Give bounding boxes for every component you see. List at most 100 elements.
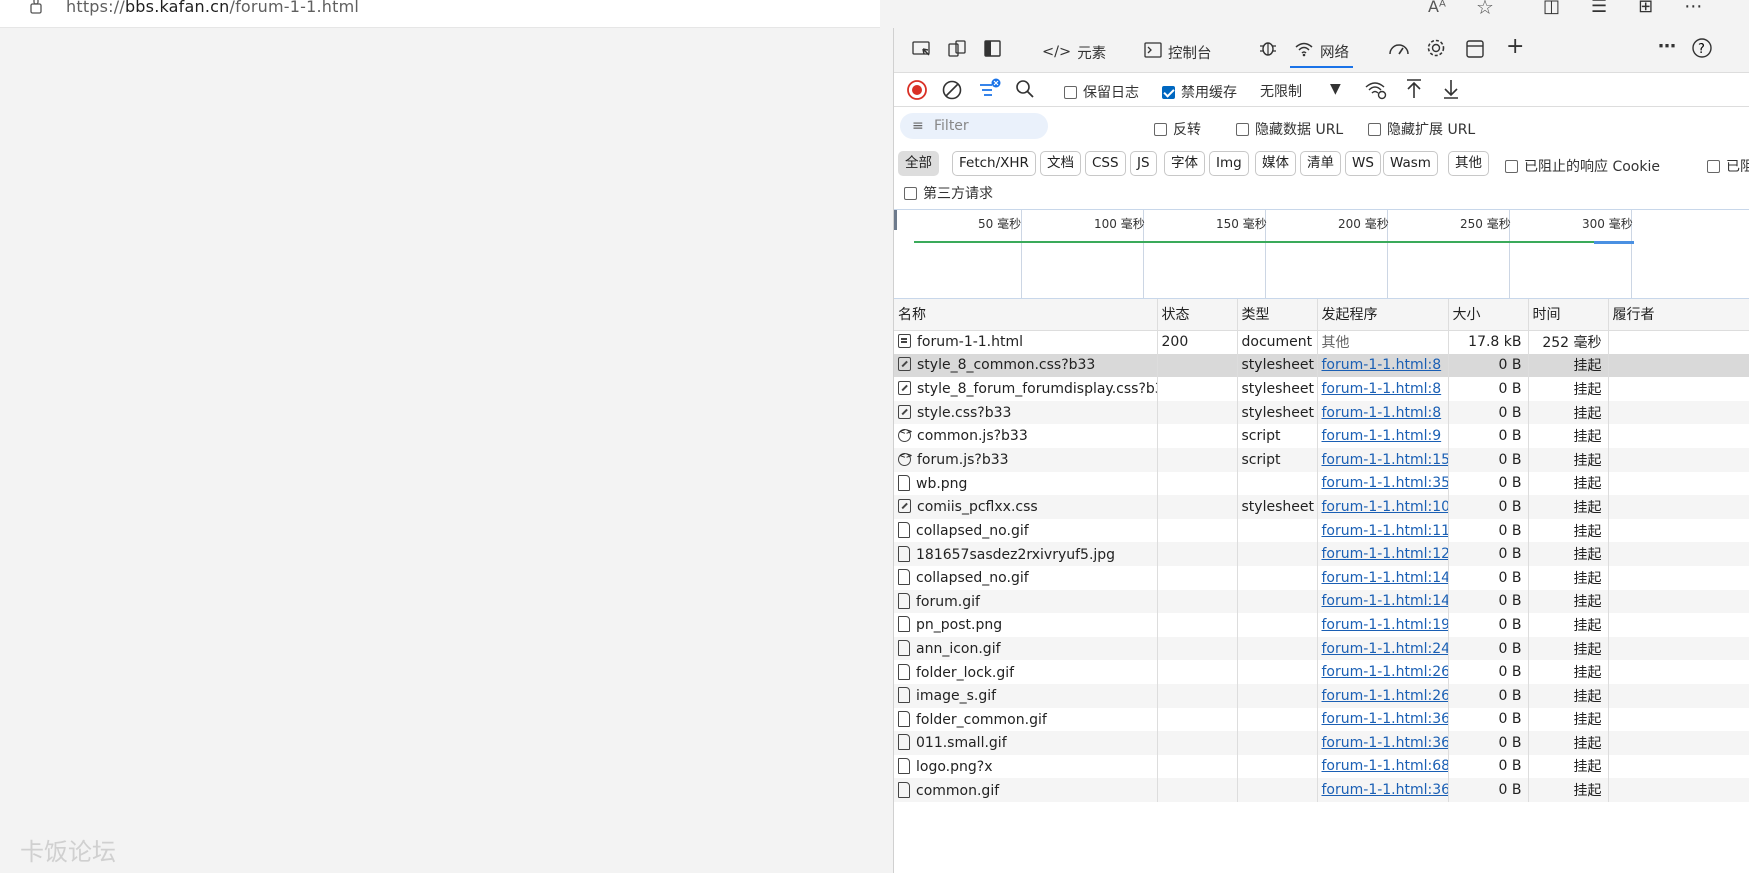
col-status[interactable]: 状态 bbox=[1157, 299, 1238, 331]
type-ws[interactable]: WS bbox=[1345, 151, 1381, 176]
initiator-link[interactable]: forum-1-1.html:15 bbox=[1322, 452, 1448, 468]
initiator-link[interactable]: forum-1-1.html:266 bbox=[1322, 688, 1448, 704]
initiator-link[interactable]: forum-1-1.html:149 bbox=[1322, 593, 1448, 609]
table-row[interactable]: style.css?b33 stylesheet forum-1-1.html:8 0… bbox=[894, 400, 1749, 425]
type-js[interactable]: JS bbox=[1130, 151, 1157, 176]
tab-console[interactable]: 控制台 bbox=[1144, 36, 1212, 68]
request-initiator[interactable]: forum-1-1.html:367 bbox=[1317, 778, 1449, 802]
table-row[interactable]: folder_common.gif forum-1-1.html:361 0 B 挂起 bbox=[894, 707, 1749, 732]
request-name[interactable]: common.gif bbox=[894, 778, 1158, 802]
export-har-icon[interactable] bbox=[1441, 78, 1461, 104]
table-row[interactable]: style_8_forum_forumdisplay.css?b33 styles… bbox=[894, 377, 1749, 401]
type-wasm[interactable]: Wasm bbox=[1383, 151, 1438, 176]
col-name[interactable]: 名称 bbox=[894, 299, 1158, 331]
inspect-element-icon[interactable] bbox=[912, 40, 932, 62]
request-name[interactable]: forum-1-1.html bbox=[894, 330, 1158, 354]
table-row[interactable]: style_8_common.css?b33 stylesheet forum-1-… bbox=[894, 353, 1749, 378]
initiator-link[interactable]: forum-1-1.html:9 bbox=[1322, 428, 1442, 444]
more-tools-icon[interactable]: ⋯ bbox=[1658, 36, 1676, 57]
settings-gear-icon[interactable] bbox=[1426, 38, 1446, 62]
table-row[interactable]: ann_icon.gif forum-1-1.html:246 0 B 挂起 bbox=[894, 636, 1749, 661]
initiator-link[interactable]: forum-1-1.html:68 bbox=[1322, 758, 1448, 774]
third-party-box[interactable] bbox=[904, 186, 917, 200]
request-name[interactable]: style.css?b33 bbox=[894, 400, 1158, 425]
request-name[interactable]: collapsed_no.gif bbox=[894, 565, 1158, 590]
initiator-link[interactable]: forum-1-1.html:128 bbox=[1322, 546, 1448, 562]
request-name[interactable]: image_s.gif bbox=[894, 683, 1158, 708]
request-name[interactable]: folder_lock.gif bbox=[894, 660, 1158, 684]
request-name[interactable]: logo.png?x bbox=[894, 754, 1158, 779]
blocked-cookies-box[interactable] bbox=[1505, 159, 1518, 173]
invert-checkbox[interactable]: 反转 bbox=[1154, 119, 1201, 139]
request-name[interactable]: forum.js?b33 bbox=[894, 447, 1158, 472]
col-type[interactable]: 类型 bbox=[1237, 299, 1318, 331]
filter-toggle-icon[interactable] bbox=[978, 78, 1002, 104]
overview-handle[interactable] bbox=[894, 210, 897, 230]
table-row[interactable]: logo.png?x forum-1-1.html:68 0 B 挂起 bbox=[894, 754, 1749, 779]
request-initiator[interactable]: forum-1-1.html:260 bbox=[1317, 660, 1449, 684]
type-media[interactable]: 媒体 bbox=[1255, 151, 1296, 176]
table-row[interactable]: forum.gif forum-1-1.html:149 0 B 挂起 bbox=[894, 589, 1749, 614]
initiator-link[interactable]: forum-1-1.html:101 bbox=[1322, 499, 1448, 515]
favorite-star-icon[interactable]: ☆ bbox=[1476, 0, 1494, 19]
request-initiator[interactable]: forum-1-1.html:361 bbox=[1317, 707, 1449, 732]
request-initiator[interactable]: forum-1-1.html:8 bbox=[1317, 353, 1449, 378]
split-screen-icon[interactable]: ◫ bbox=[1543, 0, 1560, 20]
hide-ext-urls-checkbox[interactable]: 隐藏扩展 URL bbox=[1368, 119, 1475, 139]
record-stop-icon[interactable] bbox=[906, 79, 928, 105]
search-icon[interactable] bbox=[1015, 79, 1035, 103]
timeline-overview[interactable]: 50 毫秒 100 毫秒 150 毫秒 200 毫秒 250 毫秒 300 毫秒 bbox=[894, 209, 1749, 299]
type-doc[interactable]: 文档 bbox=[1040, 151, 1081, 176]
application-icon[interactable] bbox=[1466, 40, 1484, 62]
table-row[interactable]: image_s.gif forum-1-1.html:266 0 B 挂起 bbox=[894, 683, 1749, 708]
url-text[interactable]: https://bbs.kafan.cn/forum-1-1.html bbox=[66, 0, 359, 16]
disable-cache-checkbox[interactable]: 禁用缓存 bbox=[1162, 82, 1237, 102]
hide-data-urls-box[interactable] bbox=[1236, 122, 1249, 136]
device-emulation-icon[interactable] bbox=[947, 40, 967, 62]
dock-sidebar-icon[interactable] bbox=[984, 40, 1002, 62]
request-initiator[interactable]: forum-1-1.html:141 bbox=[1317, 565, 1449, 590]
more-options-icon[interactable]: ⋯ bbox=[1684, 0, 1702, 20]
request-name[interactable]: folder_common.gif bbox=[894, 707, 1158, 732]
initiator-link[interactable]: forum-1-1.html:260 bbox=[1322, 664, 1448, 680]
table-row[interactable]: 011.small.gif forum-1-1.html:366 0 B 挂起 bbox=[894, 731, 1749, 755]
blocked-requests-checkbox[interactable]: 已阻... bbox=[1707, 156, 1749, 176]
preserve-log-checkbox[interactable]: 保留日志 bbox=[1064, 82, 1139, 102]
help-icon[interactable]: ? bbox=[1691, 37, 1713, 63]
clear-icon[interactable] bbox=[941, 79, 963, 105]
request-name[interactable]: forum.gif bbox=[894, 589, 1158, 614]
import-har-icon[interactable] bbox=[1404, 78, 1424, 104]
type-fetch-xhr[interactable]: Fetch/XHR bbox=[952, 151, 1036, 176]
request-name[interactable]: 011.small.gif bbox=[894, 731, 1158, 755]
col-initiator[interactable]: 发起程序 bbox=[1317, 299, 1449, 331]
request-name[interactable]: style_8_forum_forumdisplay.css?b33 bbox=[894, 377, 1158, 401]
request-name[interactable]: wb.png bbox=[894, 471, 1158, 496]
col-time[interactable]: 时间 bbox=[1528, 299, 1609, 331]
performance-icon[interactable] bbox=[1388, 40, 1410, 62]
table-row[interactable]: comiis_pcflxx.css stylesheet forum-1-1.htm… bbox=[894, 495, 1749, 519]
favorites-icon[interactable]: ☰ bbox=[1591, 0, 1607, 20]
request-initiator[interactable]: forum-1-1.html:197 bbox=[1317, 613, 1449, 637]
table-row[interactable]: common.gif forum-1-1.html:367 0 B 挂起 bbox=[894, 778, 1749, 802]
initiator-link[interactable]: forum-1-1.html:141 bbox=[1322, 570, 1448, 586]
tab-elements[interactable]: </> 元素 bbox=[1042, 36, 1106, 68]
request-name[interactable]: comiis_pcflxx.css bbox=[894, 495, 1158, 519]
request-initiator[interactable]: forum-1-1.html:128 bbox=[1317, 542, 1449, 566]
request-name[interactable]: style_8_common.css?b33 bbox=[894, 353, 1158, 378]
type-other[interactable]: 其他 bbox=[1448, 151, 1489, 176]
request-initiator[interactable]: forum-1-1.html:15 bbox=[1317, 447, 1449, 472]
site-info-icon[interactable] bbox=[28, 0, 44, 16]
table-row[interactable]: common.js?b33 scriptforum-1-1.html:9 0 B挂起 bbox=[894, 424, 1749, 448]
request-initiator[interactable]: forum-1-1.html:8 bbox=[1317, 400, 1449, 425]
blocked-cookies-checkbox[interactable]: 已阻止的响应 Cookie bbox=[1505, 156, 1660, 176]
request-name[interactable]: common.js?b33 bbox=[894, 424, 1158, 448]
hide-ext-urls-box[interactable] bbox=[1368, 122, 1381, 136]
table-row[interactable]: 181657sasdez2rxivryuf5.jpg forum-1-1.html… bbox=[894, 542, 1749, 566]
type-font[interactable]: 字体 bbox=[1164, 151, 1205, 176]
request-name[interactable]: ann_icon.gif bbox=[894, 636, 1158, 661]
table-row[interactable]: pn_post.png forum-1-1.html:197 0 B 挂起 bbox=[894, 613, 1749, 637]
request-initiator[interactable]: forum-1-1.html:117 bbox=[1317, 518, 1449, 543]
preserve-log-box[interactable] bbox=[1064, 85, 1077, 99]
tab-network[interactable]: 网络 bbox=[1290, 36, 1353, 68]
initiator-link[interactable]: forum-1-1.html:246 bbox=[1322, 641, 1448, 657]
